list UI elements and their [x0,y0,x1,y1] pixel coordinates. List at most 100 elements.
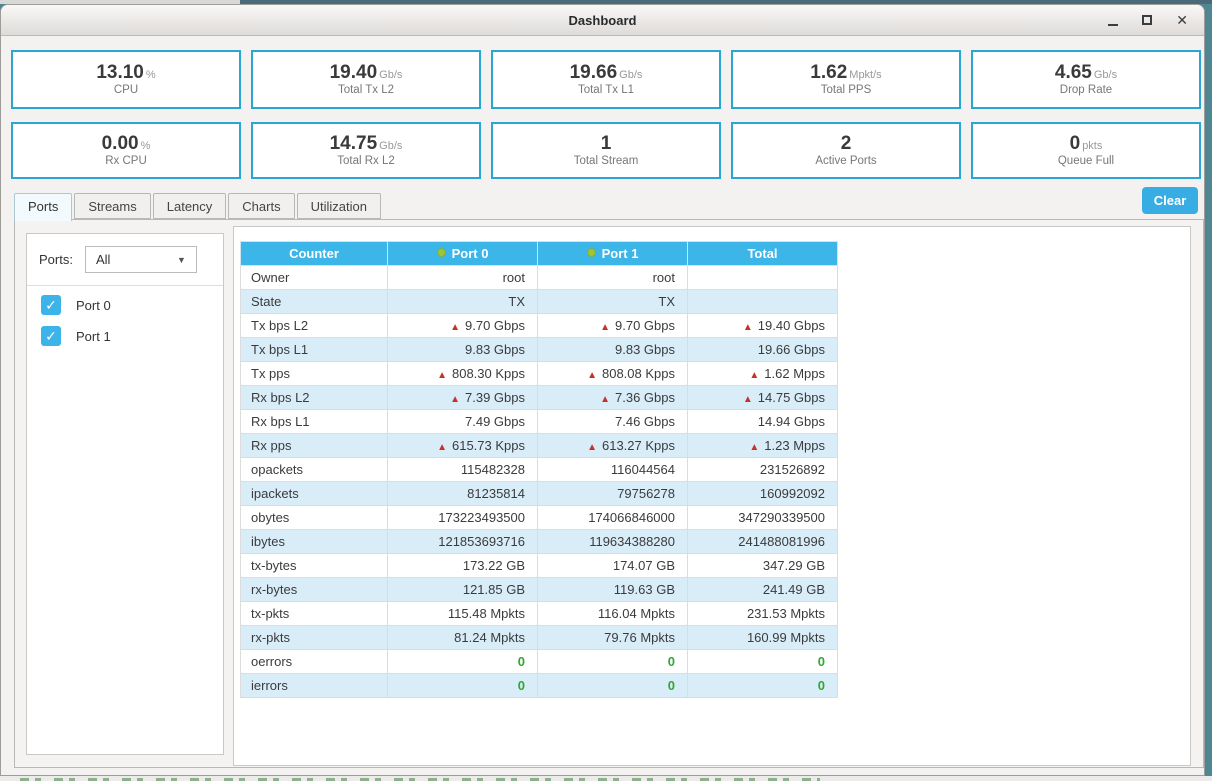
arrow-up-icon: ▲ [600,394,610,405]
background-terminal-sliver [0,776,1212,781]
stat-unit: Gb/s [379,139,403,152]
counter-value-cell: ▲ 615.73 Kpps [387,433,538,458]
stat-card: 2 Active Ports [731,122,961,179]
counter-name-cell: Rx bps L2 [240,385,388,410]
minimize-button[interactable] [1108,14,1119,26]
stats-row-1: 13.10% CPU 19.40 Gb/s Total Tx L2 19.66 Gb/s To… [11,50,1201,109]
counter-value-cell: ▲ 9.70 Gbps [537,313,688,338]
arrow-up-icon: ▲ [749,370,760,381]
window-controls: ✕ [1108,5,1188,35]
column-header-port-0: Port 0 [387,241,538,266]
stat-unit: Mpkt/s [849,68,882,81]
stat-unit: Gb/s [1093,68,1118,81]
counter-name-cell: Rx pps [240,433,388,458]
minimize-icon [1108,24,1119,26]
stat-label: Total Tx L1 [577,84,635,97]
close-icon: ✕ [1176,12,1188,28]
counter-value-cell: ▲ 14.75 Gbps [687,385,838,410]
table-row: Rx bps L1 7.49 Gbps 7.46 Gbps 14.94 Gbps [240,409,838,434]
counter-value-cell: 115.48 Mpkts [387,601,538,626]
counter-value-cell: 241488081996 [687,529,838,554]
dashboard-window: Dashboard ✕ 13.10% CPU 19.40 Gb/s Total Tx L… [0,4,1205,776]
stat-label: Total Stream [573,155,639,168]
counter-value-cell: 9.83 Gbps [387,337,538,362]
counter-name-cell: State [240,289,388,314]
port-checkbox-row: ✓ Port 0 [41,295,223,315]
column-header-port-1: Port 1 [537,241,688,266]
port-status-icon [436,248,446,257]
counter-value-cell: 160.99 Mpkts [687,625,838,650]
counter-name-cell: obytes [240,505,388,530]
ports-dropdown[interactable]: All ▼ [84,246,197,273]
counter-name-cell: ibytes [240,529,388,554]
counter-value-cell: 19.66 Gbps [687,337,838,362]
table-row: Tx bps L1 9.83 Gbps 9.83 Gbps 19.66 Gbps [240,337,838,362]
counter-value-cell: 173.22 GB [387,553,538,578]
stat-label: Rx CPU [105,155,147,168]
ports-tab-panel: Ports: All ▼ ✓ Port 0 ✓ Port 1 Counter Port … [14,219,1204,768]
stat-value: 0.00% [101,132,151,154]
checkbox-label: Port 1 [76,328,111,344]
counter-value-cell: 121853693716 [387,529,538,554]
column-header-total: Total [687,241,838,266]
counter-value-cell: 116.04 Mpkts [537,601,688,626]
port-checkbox-row: ✓ Port 1 [41,326,223,346]
counter-name-cell: opackets [240,457,388,482]
tab-utilization[interactable]: Utilization [296,193,381,219]
stat-value: 2 [840,132,852,154]
counter-name-cell: tx-bytes [240,553,388,578]
table-row: State TX TX [240,289,838,314]
stat-label: Total Tx L2 [337,84,395,97]
checkbox-port-1[interactable]: ✓ [41,326,61,346]
table-row: Owner root root [240,265,838,290]
counter-value-cell: 160992092 [687,481,838,506]
arrow-up-icon: ▲ [587,442,597,453]
stat-label: Total Rx L2 [337,155,395,168]
table-row: rx-pkts 81.24 Mpkts 79.76 Mpkts 160.99 Mpkt… [240,625,838,650]
counter-value-cell: 121.85 GB [387,577,538,602]
table-row: Rx pps ▲ 615.73 Kpps ▲ 613.27 Kpps ▲ 1.23 Mpps [240,433,838,458]
clear-button[interactable]: Clear [1142,187,1198,214]
counter-value-cell: ▲ 808.30 Kpps [387,361,538,386]
tab-ports[interactable]: Ports [14,193,73,221]
maximize-button[interactable] [1142,15,1153,25]
column-header-counter: Counter [240,241,388,266]
counter-value-cell: 231.53 Mpkts [687,601,838,626]
counter-value-cell: 241.49 GB [687,577,838,602]
stat-card: 0.00% Rx CPU [11,122,241,179]
counter-value-cell: 79756278 [537,481,688,506]
stat-unit: % [145,68,156,81]
arrow-up-icon: ▲ [742,322,753,333]
table-row: rx-bytes 121.85 GB 119.63 GB 241.49 GB [240,577,838,602]
chevron-down-icon: ▼ [177,254,186,265]
counter-value-cell: 79.76 Mpkts [537,625,688,650]
counter-value-cell: root [537,265,688,290]
counter-value-cell: 115482328 [387,457,538,482]
titlebar[interactable]: Dashboard ✕ [1,5,1204,36]
table-row: Tx bps L2 ▲ 9.70 Gbps ▲ 9.70 Gbps ▲ 19.40 Gbps [240,313,838,338]
stat-unit: % [140,139,151,152]
port-checkbox-list: ✓ Port 0 ✓ Port 1 [27,295,223,346]
stat-value: 4.65 Gb/s [1054,61,1118,83]
counter-value-cell: ▲ 1.23 Mpps [687,433,838,458]
stat-unit: Gb/s [379,68,403,81]
counter-value-cell: 174.07 GB [537,553,688,578]
close-button[interactable]: ✕ [1176,13,1188,27]
ports-filter-panel: Ports: All ▼ ✓ Port 0 ✓ Port 1 [26,233,224,755]
checkbox-port-0[interactable]: ✓ [41,295,61,315]
arrow-up-icon: ▲ [749,442,760,453]
tab-charts[interactable]: Charts [228,193,295,219]
counter-name-cell: Tx bps L1 [240,337,388,362]
counter-name-cell: Owner [240,265,388,290]
stat-label: CPU [113,84,139,97]
tab-latency[interactable]: Latency [152,193,227,219]
stat-value: 14.75 Gb/s [329,132,403,154]
tab-bar: Ports Streams Latency Charts Utilization [14,193,381,221]
port-status-icon [586,248,596,257]
counters-table-panel: Counter Port 0 Port 1 Total Owner root root St… [233,226,1191,766]
table-row: oerrors 0 0 0 [240,649,838,674]
tab-streams[interactable]: Streams [74,193,151,219]
stat-card: 19.40 Gb/s Total Tx L2 [251,50,481,109]
stat-value: 13.10% [96,61,156,83]
stat-label: Drop Rate [1059,84,1113,97]
